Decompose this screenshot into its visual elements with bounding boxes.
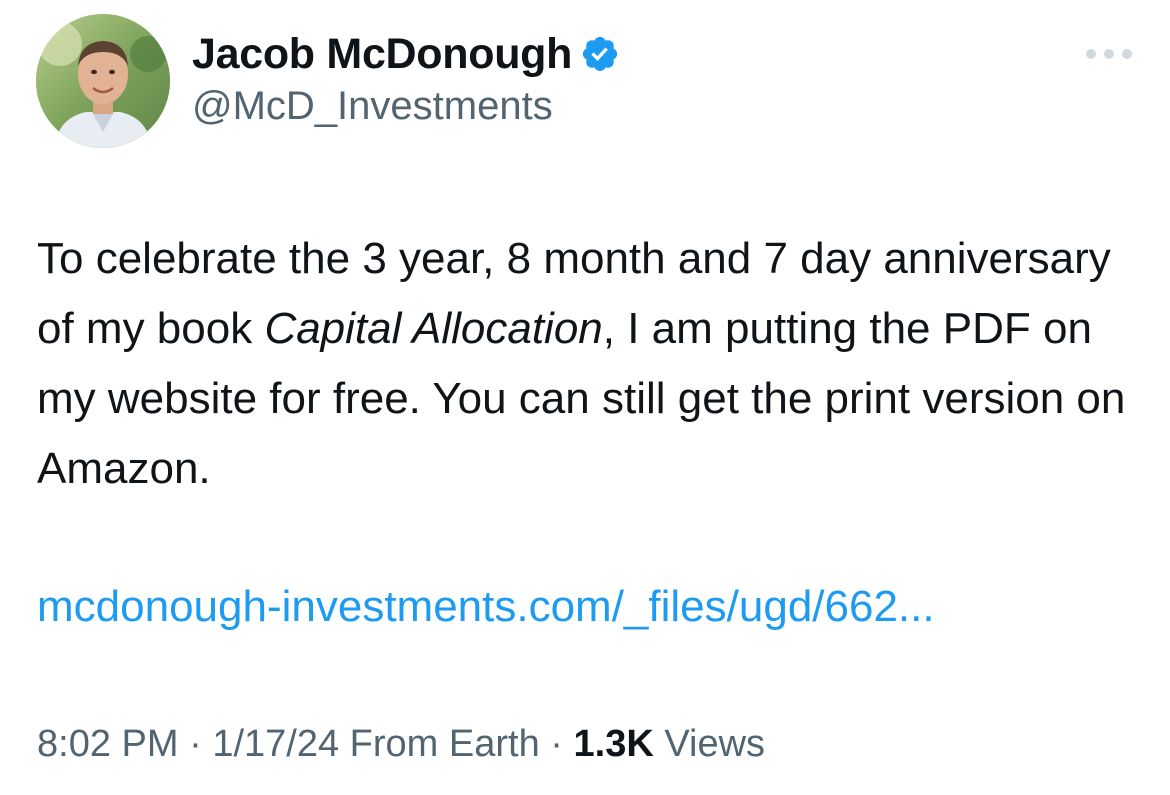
verified-badge-icon (583, 36, 618, 72)
tweet-card: Jacob McDonough @McD_Investments To cele… (0, 0, 1170, 795)
tweet-date[interactable]: 1/17/24 (212, 723, 339, 765)
ellipsis-icon[interactable] (1086, 46, 1132, 62)
views-count[interactable]: 1.3K (574, 723, 654, 765)
book-title: Capital Allocation (264, 304, 603, 353)
author-display-name[interactable]: Jacob McDonough (192, 30, 572, 79)
ellipsis-dot (1104, 49, 1114, 59)
avatar[interactable] (36, 14, 170, 148)
tweet-meta: 8:02 PM · 1/17/24 From Earth · 1.3K View… (37, 716, 765, 772)
meta-separator: · (539, 723, 574, 765)
ellipsis-dot (1122, 49, 1132, 59)
avatar-photo (36, 14, 170, 148)
tweet-text: To celebrate the 3 year, 8 month and 7 d… (37, 224, 1137, 504)
tweet-time[interactable]: 8:02 PM (37, 723, 179, 765)
author-name-row[interactable]: Jacob McDonough (192, 28, 620, 80)
tweet-location: From Earth (339, 723, 540, 765)
views-label: Views (653, 723, 766, 765)
author-handle[interactable]: @McD_Investments (192, 84, 553, 129)
tweet-link[interactable]: mcdonough-investments.com/_files/ugd/662… (37, 572, 935, 642)
ellipsis-dot (1086, 49, 1096, 59)
meta-separator: · (178, 723, 213, 765)
